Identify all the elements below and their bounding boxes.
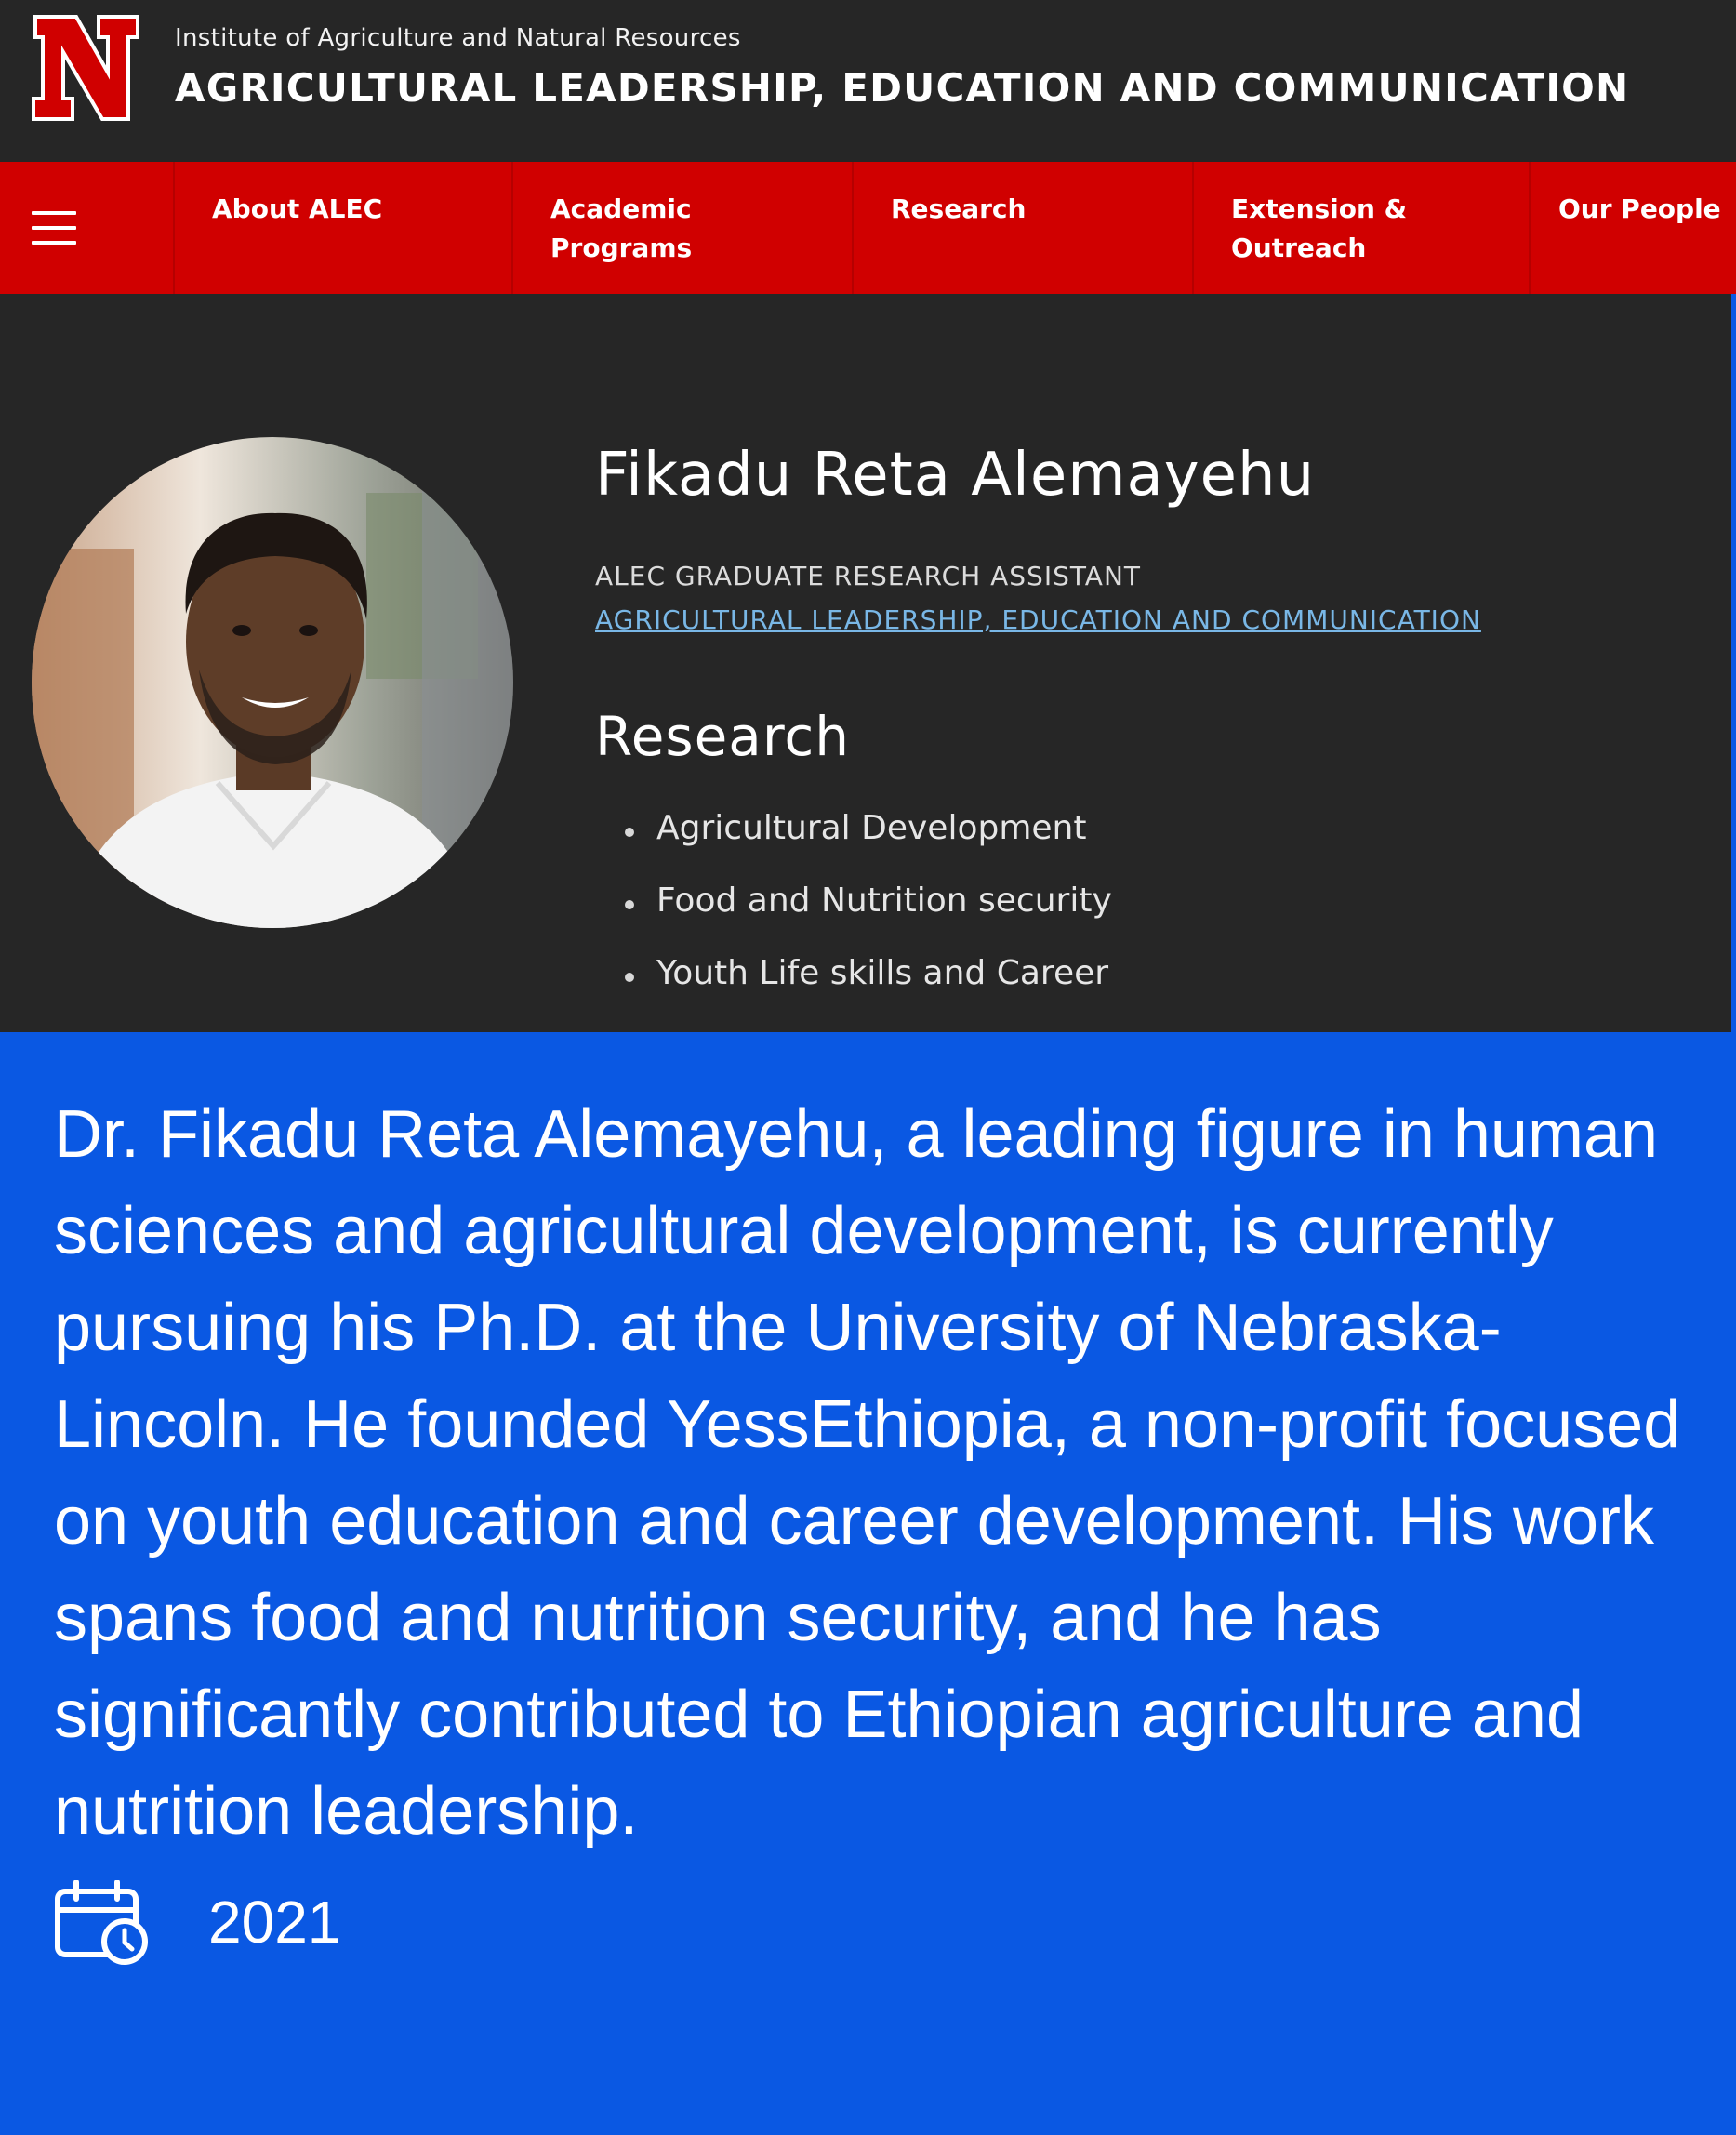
year-label: 2021 (208, 1889, 341, 1956)
nebraska-n-logo[interactable] (30, 13, 141, 123)
research-item: Agricultural Development (623, 809, 1112, 882)
site-header: Institute of Agriculture and Natural Res… (0, 0, 1736, 162)
profile-photo (32, 437, 513, 928)
profile-name: Fikadu Reta Alemayehu (595, 441, 1316, 510)
calendar-clock-icon (55, 1880, 148, 1965)
menu-button[interactable] (0, 162, 175, 294)
bio-text: Dr. Fikadu Reta Alemayehu, a leading fig… (54, 1097, 1681, 1849)
year-row: 2021 (54, 1875, 612, 1965)
department-title[interactable]: AGRICULTURAL LEADERSHIP, EDUCATION AND C… (175, 65, 1629, 111)
nav-item-about[interactable]: About ALEC (175, 162, 513, 294)
research-item: Food and Nutrition security (623, 882, 1112, 954)
nav-item-extension-outreach[interactable]: Extension & Outreach (1194, 162, 1531, 294)
nav-item-academic-programs[interactable]: Academic Programs (513, 162, 854, 294)
research-heading: Research (595, 705, 851, 768)
nav-item-our-people[interactable]: Our People (1531, 162, 1736, 294)
institute-name[interactable]: Institute of Agriculture and Natural Res… (175, 24, 741, 52)
research-item: Youth Life skills and Career (623, 954, 1112, 1027)
nav-item-research[interactable]: Research (854, 162, 1194, 294)
research-list: Agricultural Development Food and Nutrit… (623, 809, 1112, 1027)
department-link[interactable]: AGRICULTURAL LEADERSHIP, EDUCATION AND C… (595, 604, 1481, 635)
hamburger-icon (32, 211, 76, 245)
profile-role: ALEC GRADUATE RESEARCH ASSISTANT (595, 561, 1141, 591)
main-nav: About ALEC Academic Programs Research Ex… (0, 162, 1736, 294)
